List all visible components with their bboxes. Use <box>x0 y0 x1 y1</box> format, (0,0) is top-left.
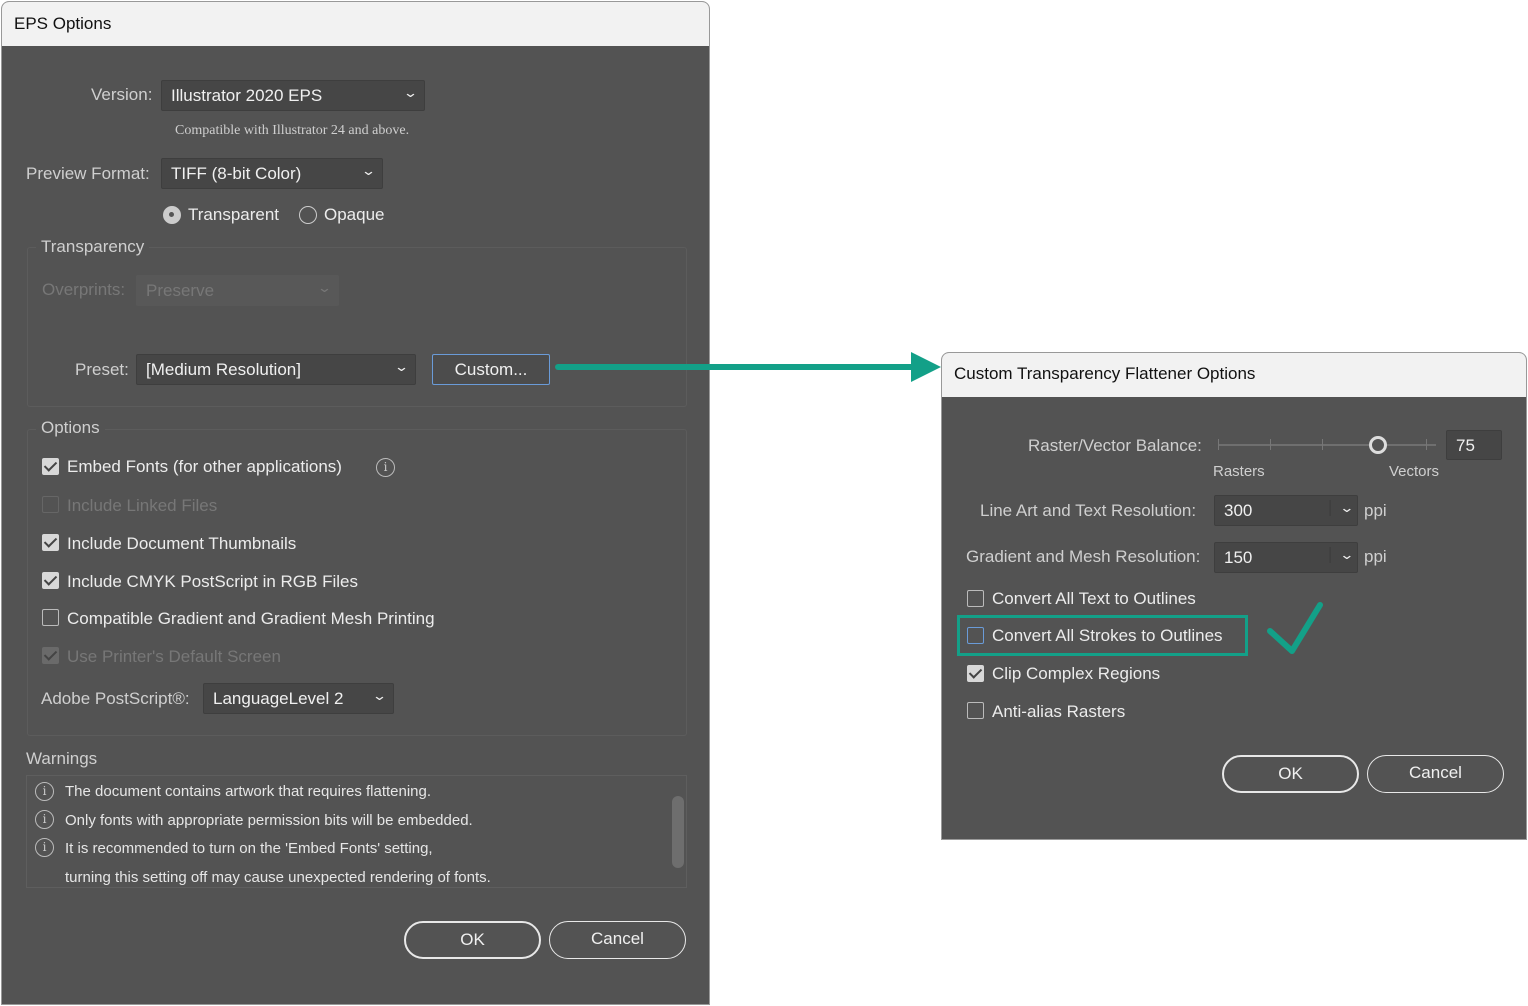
custom-button[interactable]: Custom... <box>432 354 550 385</box>
preview-format-label: Preview Format: <box>26 164 150 183</box>
overprints-value: Preserve <box>146 281 215 300</box>
version-select[interactable]: Illustrator 2020 EPS ⌄ <box>161 80 425 111</box>
arrow-icon <box>555 352 941 382</box>
ppi-label: ppi <box>1364 547 1387 566</box>
convert-text-checkbox[interactable] <box>967 590 984 607</box>
preset-value: [Medium Resolution] <box>146 360 301 379</box>
ok-button[interactable]: OK <box>404 921 541 959</box>
flattener-options-dialog: Custom Transparency Flattener Options Ra… <box>941 352 1527 840</box>
chevron-down-icon: ⌄ <box>393 359 410 374</box>
include-cmyk-label: Include CMYK PostScript in RGB Files <box>67 572 358 591</box>
embed-fonts-label: Embed Fonts (for other applications) <box>67 457 342 476</box>
gradient-select[interactable]: 150 ⌄ <box>1214 542 1358 573</box>
chevron-down-icon: ⌄ <box>316 280 333 295</box>
gradient-label: Gradient and Mesh Resolution: <box>966 547 1201 566</box>
cancel-button[interactable]: Cancel <box>549 921 686 959</box>
overprints-label: Overprints: <box>42 280 126 299</box>
ppi-label: ppi <box>1364 501 1387 520</box>
convert-text-label: Convert All Text to Outlines <box>992 589 1196 608</box>
warning-text: turning this setting off may cause unexp… <box>65 869 491 886</box>
chevron-down-icon: ⌄ <box>371 688 388 703</box>
transparency-group-label: Transparency <box>36 237 150 257</box>
balance-input[interactable]: 75 <box>1446 430 1502 460</box>
balance-slider[interactable] <box>1218 436 1436 454</box>
postscript-label: Adobe PostScript®: <box>41 689 190 708</box>
preset-select[interactable]: [Medium Resolution] ⌄ <box>136 354 416 385</box>
warnings-list: i The document contains artwork that req… <box>26 775 687 888</box>
version-label: Version: <box>91 85 153 104</box>
include-cmyk-checkbox[interactable] <box>42 572 59 589</box>
warnings-label: Warnings <box>26 749 98 768</box>
opaque-label: Opaque <box>324 205 385 224</box>
convert-strokes-checkbox[interactable] <box>967 627 984 644</box>
lineart-label: Line Art and Text Resolution: <box>980 501 1197 520</box>
preview-format-value: TIFF (8-bit Color) <box>171 164 302 183</box>
chevron-down-icon: ⌄ <box>1329 500 1355 516</box>
transparent-radio[interactable] <box>163 206 181 224</box>
postscript-value: LanguageLevel 2 <box>213 689 344 708</box>
warning-text: Only fonts with appropriate permission b… <box>65 812 473 829</box>
version-value: Illustrator 2020 EPS <box>171 86 323 105</box>
clip-complex-checkbox[interactable] <box>967 665 984 682</box>
compat-note: Compatible with Illustrator 24 and above… <box>175 123 410 138</box>
info-icon: i <box>35 782 54 801</box>
lineart-value: 300 <box>1224 501 1253 520</box>
balance-label: Raster/Vector Balance: <box>1028 436 1202 455</box>
include-linked-files-checkbox <box>42 496 59 513</box>
options-group-label: Options <box>36 418 105 438</box>
include-thumbnails-checkbox[interactable] <box>42 534 59 551</box>
transparent-label: Transparent <box>188 205 280 224</box>
clip-complex-label: Clip Complex Regions <box>992 664 1161 683</box>
gradient-value: 150 <box>1224 548 1253 567</box>
postscript-select[interactable]: LanguageLevel 2 ⌄ <box>203 683 394 714</box>
opaque-radio[interactable] <box>299 206 317 224</box>
rasters-label: Rasters <box>1213 463 1265 480</box>
info-icon: i <box>35 810 54 829</box>
include-thumbnails-label: Include Document Thumbnails <box>67 534 297 553</box>
checkmark-icon <box>1267 602 1323 654</box>
warning-text: The document contains artwork that requi… <box>65 783 432 800</box>
warnings-scrollbar[interactable] <box>672 796 684 868</box>
info-icon: i <box>35 838 54 857</box>
eps-options-dialog: EPS Options Version: Illustrator 2020 EP… <box>1 1 710 1005</box>
include-linked-files-label: Include Linked Files <box>67 496 218 515</box>
printer-default-screen-label: Use Printer's Default Screen <box>67 647 281 666</box>
chevron-down-icon: ⌄ <box>360 163 377 178</box>
compatible-gradient-checkbox[interactable] <box>42 609 59 626</box>
preset-label: Preset: <box>75 360 129 379</box>
slider-thumb[interactable] <box>1369 436 1387 454</box>
info-icon[interactable]: i <box>376 458 395 477</box>
dialog-title: Custom Transparency Flattener Options <box>942 353 1526 397</box>
compatible-gradient-label: Compatible Gradient and Gradient Mesh Pr… <box>67 609 435 628</box>
ok-button[interactable]: OK <box>1222 755 1359 793</box>
dialog-title: EPS Options <box>2 2 709 46</box>
lineart-select[interactable]: 300 ⌄ <box>1214 495 1358 526</box>
anti-alias-checkbox[interactable] <box>967 702 984 719</box>
embed-fonts-checkbox[interactable] <box>42 458 59 475</box>
printer-default-screen-checkbox <box>42 647 59 664</box>
vectors-label: Vectors <box>1389 463 1440 480</box>
cancel-button[interactable]: Cancel <box>1367 755 1504 793</box>
warning-text: It is recommended to turn on the 'Embed … <box>65 840 433 857</box>
convert-strokes-label: Convert All Strokes to Outlines <box>992 626 1223 645</box>
overprints-select: Preserve ⌄ <box>136 275 339 306</box>
anti-alias-label: Anti-alias Rasters <box>992 702 1126 721</box>
chevron-down-icon: ⌄ <box>402 85 419 100</box>
preview-format-select[interactable]: TIFF (8-bit Color) ⌄ <box>161 158 383 189</box>
chevron-down-icon: ⌄ <box>1329 547 1355 563</box>
